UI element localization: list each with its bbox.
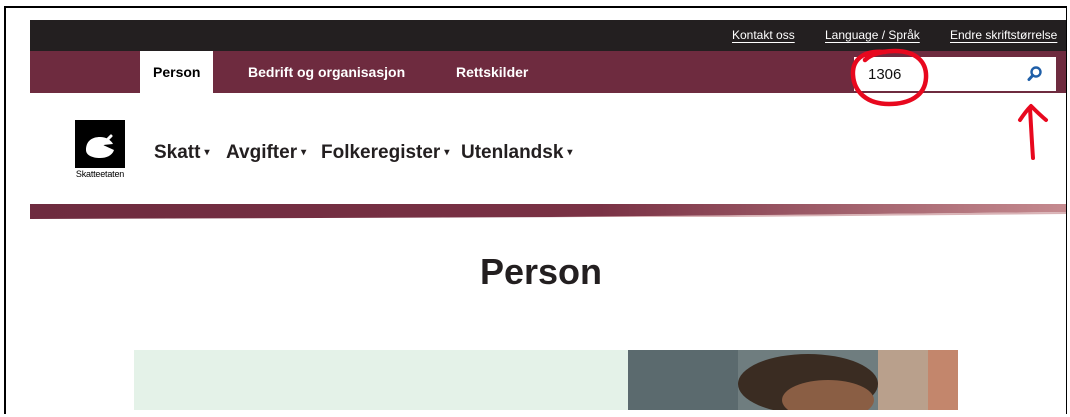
hero-image xyxy=(628,350,958,410)
contact-link[interactable]: Kontakt oss xyxy=(732,28,795,42)
search-input[interactable] xyxy=(854,57,1014,91)
nav-utenlandsk-label: Utenlandsk xyxy=(461,142,564,163)
nav-avgifter[interactable]: Avgifter ▾ xyxy=(226,142,306,164)
search-box xyxy=(854,57,1056,91)
magnifier-icon xyxy=(1027,66,1042,81)
chevron-down-icon: ▾ xyxy=(444,147,450,158)
font-size-link[interactable]: Endre skriftstørrelse xyxy=(950,28,1057,42)
utility-bar: Kontakt oss Language / Språk Endre skrif… xyxy=(30,20,1066,51)
logo-mark xyxy=(75,120,125,168)
page-title: Person xyxy=(479,251,603,292)
nav-skatt-label: Skatt xyxy=(154,142,201,163)
nav-utenlandsk[interactable]: Utenlandsk ▾ xyxy=(461,142,572,164)
nav-skatt[interactable]: Skatt ▾ xyxy=(154,142,210,164)
screenshot-frame: Kontakt oss Language / Språk Endre skrif… xyxy=(4,6,1067,414)
chevron-down-icon: ▾ xyxy=(567,147,573,158)
tab-business[interactable]: Bedrift og organisasjon xyxy=(248,51,405,93)
decorative-stripe xyxy=(30,204,1066,219)
tab-legal-sources[interactable]: Rettskilder xyxy=(456,51,528,93)
chevron-down-icon: ▾ xyxy=(301,147,307,158)
chevron-down-icon: ▾ xyxy=(204,147,210,158)
language-link[interactable]: Language / Språk xyxy=(825,28,920,42)
nav-folkeregister[interactable]: Folkeregister ▾ xyxy=(321,142,449,164)
skatteetaten-logo[interactable]: Skatteetaten xyxy=(75,120,125,182)
tab-person[interactable]: Person xyxy=(140,51,214,93)
hero-panel xyxy=(134,350,628,410)
nav-folkeregister-label: Folkeregister xyxy=(321,142,441,163)
nav-avgifter-label: Avgifter xyxy=(226,142,298,163)
logo-text: Skatteetaten xyxy=(75,169,125,179)
search-button[interactable] xyxy=(1022,62,1048,86)
